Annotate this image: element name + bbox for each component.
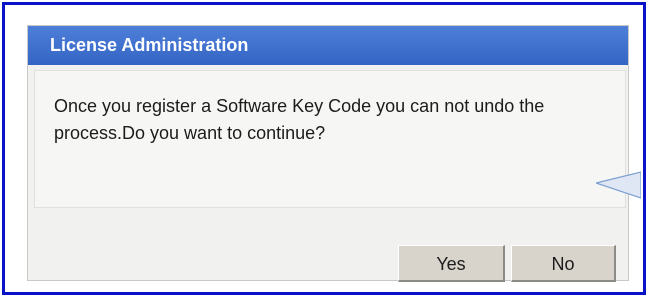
dialog-title: License Administration [28, 26, 628, 65]
yes-button[interactable]: Yes [398, 245, 505, 282]
no-button[interactable]: No [511, 245, 616, 282]
callout-pointer [596, 171, 641, 199]
dialog-message: Once you register a Software Key Code yo… [54, 96, 545, 143]
message-panel: Once you register a Software Key Code yo… [34, 70, 626, 208]
license-dialog: License Administration Once you register… [27, 25, 629, 282]
